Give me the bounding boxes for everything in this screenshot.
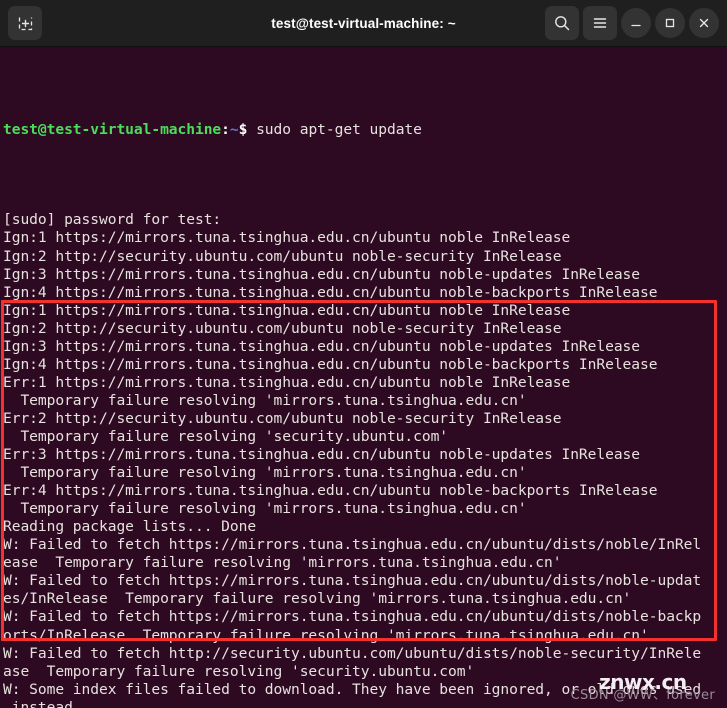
- prompt-user-host: test@test-virtual-machine: [3, 121, 222, 139]
- new-tab-icon: [18, 17, 32, 30]
- terminal-line: Temporary failure resolving 'mirrors.tun…: [3, 391, 527, 409]
- terminal-line: Ign:4 https://mirrors.tuna.tsinghua.edu.…: [3, 355, 658, 373]
- terminal-line: Reading package lists... Done: [3, 518, 257, 536]
- titlebar-right-controls: [545, 6, 719, 40]
- terminal-line: Err:3 https://mirrors.tuna.tsinghua.edu.…: [3, 446, 641, 464]
- terminal-line: W: Failed to fetch https://mirrors.tuna.…: [3, 608, 702, 626]
- search-button[interactable]: [545, 6, 579, 40]
- terminal-line: Ign:3 https://mirrors.tuna.tsinghua.edu.…: [3, 265, 641, 283]
- terminal-line: Err:4 https://mirrors.tuna.tsinghua.edu.…: [3, 482, 658, 500]
- maximize-button[interactable]: [655, 8, 685, 38]
- terminal-window: test@test-virtual-machine: ~ test@test-v…: [0, 0, 727, 708]
- close-button[interactable]: [689, 8, 719, 38]
- terminal-line: orts/InRelease Temporary failure resolvi…: [3, 626, 649, 644]
- terminal-line: Temporary failure resolving 'security.ub…: [3, 427, 449, 445]
- terminal-line: Ign:3 https://mirrors.tuna.tsinghua.edu.…: [3, 337, 641, 355]
- hamburger-menu-icon: [593, 18, 607, 28]
- minimize-button[interactable]: [621, 8, 651, 38]
- terminal-output-area[interactable]: test@test-virtual-machine:~$ sudo apt-ge…: [0, 47, 727, 708]
- terminal-line: Ign:1 https://mirrors.tuna.tsinghua.edu.…: [3, 301, 571, 319]
- terminal-line: ase Temporary failure resolving 'securit…: [3, 662, 475, 680]
- close-icon: [699, 18, 709, 28]
- terminal-line: W: Some index files failed to download. …: [3, 680, 702, 698]
- new-tab-button[interactable]: [8, 6, 42, 40]
- terminal-output-lines: [sudo] password for test: Ign:1 https://m…: [3, 211, 727, 708]
- terminal-line: instead.: [3, 698, 82, 708]
- titlebar-left-controls: [8, 6, 42, 40]
- search-icon: [555, 16, 570, 31]
- terminal-line: Err:1 https://mirrors.tuna.tsinghua.edu.…: [3, 373, 571, 391]
- terminal-line: Temporary failure resolving 'mirrors.tun…: [3, 500, 527, 518]
- terminal-prompt-line: test@test-virtual-machine:~$ sudo apt-ge…: [3, 121, 727, 139]
- prompt-path: ~: [229, 121, 239, 139]
- terminal-line: Err:2 http://security.ubuntu.com/ubuntu …: [3, 409, 562, 427]
- terminal-line: Ign:2 http://security.ubuntu.com/ubuntu …: [3, 319, 562, 337]
- terminal-text: test@test-virtual-machine:~$ sudo apt-ge…: [3, 49, 727, 708]
- terminal-line: [sudo] password for test:: [3, 211, 222, 229]
- terminal-line: Temporary failure resolving 'mirrors.tun…: [3, 464, 527, 482]
- minimize-icon: [631, 24, 641, 27]
- terminal-line: Ign:1 https://mirrors.tuna.tsinghua.edu.…: [3, 229, 571, 247]
- prompt-colon: :: [221, 121, 230, 139]
- prompt-command: sudo apt-get update: [247, 121, 422, 139]
- terminal-line: W: Failed to fetch https://mirrors.tuna.…: [3, 572, 702, 590]
- terminal-line: ease Temporary failure resolving 'mirror…: [3, 554, 562, 572]
- titlebar: test@test-virtual-machine: ~: [0, 0, 727, 47]
- terminal-line: es/InRelease Temporary failure resolving…: [3, 590, 632, 608]
- terminal-line: Ign:4 https://mirrors.tuna.tsinghua.edu.…: [3, 283, 658, 301]
- terminal-line: W: Failed to fetch https://mirrors.tuna.…: [3, 536, 702, 554]
- menu-button[interactable]: [583, 6, 617, 40]
- maximize-icon: [665, 18, 675, 28]
- terminal-line: W: Failed to fetch http://security.ubunt…: [3, 644, 702, 662]
- terminal-line: Ign:2 http://security.ubuntu.com/ubuntu …: [3, 247, 562, 265]
